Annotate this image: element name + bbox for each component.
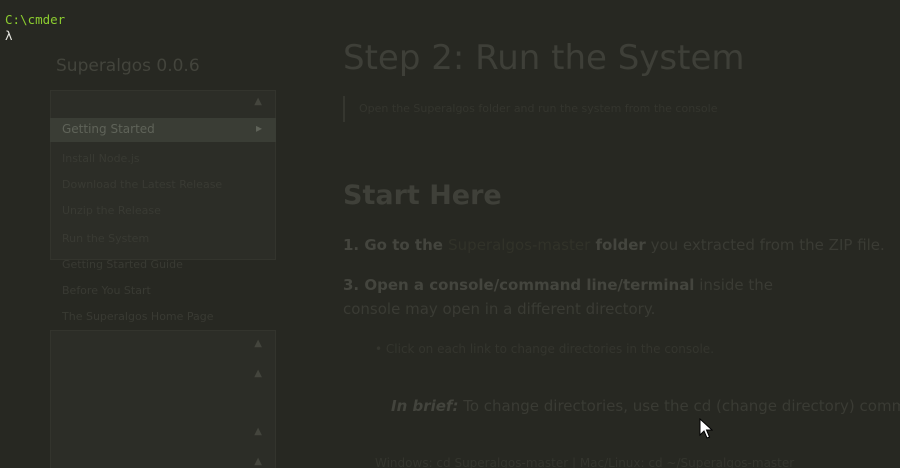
chevron-up-icon: ▲: [254, 426, 262, 437]
chevron-up-icon: ▲: [254, 96, 262, 107]
sidebar-item[interactable]: Download the Latest Release: [62, 178, 222, 191]
breadcrumb-text: Open the Superalgos folder and run the s…: [359, 102, 718, 115]
chevron-up-icon: ▲: [254, 368, 262, 379]
sidebar-active-label: Getting Started: [62, 122, 155, 136]
chevron-icon: ▸: [255, 121, 262, 135]
sidebar-title: Superalgos 0.0.6: [56, 56, 200, 76]
bullet-icon: •: [375, 342, 386, 356]
docs-sidebar: Superalgos 0.0.6 ▲ Getting Started ▸ Ins…: [50, 48, 276, 468]
docs-content: Step 2: Run the System Open the Superalg…: [343, 0, 900, 468]
bullet-item: • Click on each link to change directori…: [375, 342, 714, 356]
step-1-prefix: 1. Go to the: [343, 236, 449, 254]
sidebar-item[interactable]: Install Node.js: [62, 152, 140, 165]
step-3-rest: inside the: [694, 276, 774, 294]
sidebar-item[interactable]: Getting Started Guide: [62, 258, 183, 271]
sidebar-item[interactable]: The Superalgos Home Page: [62, 310, 214, 323]
brief-text: To change directories, use the cd (chang…: [458, 397, 900, 415]
step-3-line-2: console may open in a different director…: [343, 300, 656, 318]
mouse-pointer-icon: [699, 418, 713, 439]
sidebar-item[interactable]: Before You Start: [62, 284, 151, 297]
chevron-up-icon: ▲: [254, 456, 262, 467]
bullet-text: Click on each link to change directories…: [385, 342, 715, 356]
sidebar-item-getting-started[interactable]: Getting Started ▸: [50, 118, 276, 142]
prompt-path: C:\cmder: [5, 12, 66, 27]
page-title: Step 2: Run the System: [343, 38, 745, 78]
sidebar-section-box: [50, 330, 276, 468]
docs-background: Superalgos 0.0.6 ▲ Getting Started ▸ Ins…: [0, 0, 900, 468]
step-1-link[interactable]: Superalgos-master: [448, 236, 590, 254]
step-1: 1. Go to the Superalgos-master folder yo…: [343, 236, 885, 254]
brief-label: In brief:: [391, 397, 459, 415]
step-1-bold-suffix: folder: [590, 236, 646, 254]
prompt-symbol: λ: [5, 28, 13, 43]
step-3: 3. Open a console/command line/terminal …: [343, 276, 773, 294]
bottom-line: Windows: cd Superalgos-master | Mac/Linu…: [375, 456, 795, 468]
console-output[interactable]: C:\cmder λ: [5, 12, 65, 44]
brief-note: In brief: To change directories, use the…: [391, 397, 900, 415]
section-heading: Start Here: [343, 180, 502, 211]
step-3-bold: 3. Open a console/command line/terminal: [343, 276, 695, 294]
step-1-rest: you extracted from the ZIP file.: [645, 236, 885, 254]
sidebar-item[interactable]: Unzip the Release: [62, 204, 161, 217]
sidebar-item[interactable]: Run the System: [62, 232, 149, 245]
breadcrumb: Open the Superalgos folder and run the s…: [343, 96, 900, 122]
chevron-up-icon: ▲: [254, 338, 262, 349]
